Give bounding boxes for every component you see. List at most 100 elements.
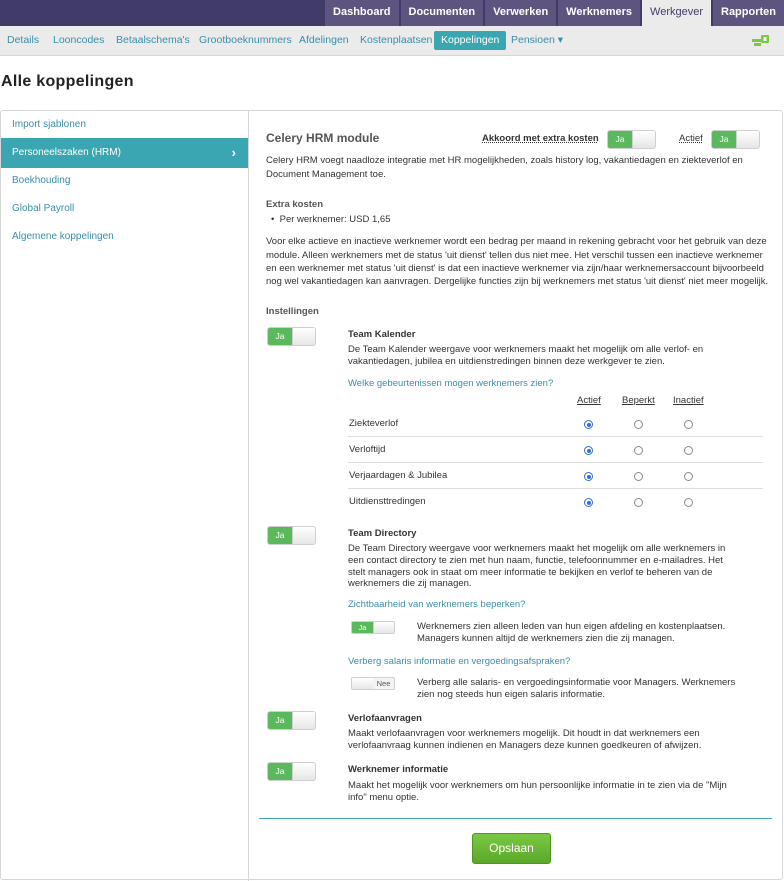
visibility-question: Zichtbaarheid van werknemers beperken? (348, 599, 526, 610)
sidebar-item-algemene-koppelingen[interactable]: Algemene koppelingen (1, 223, 248, 251)
nav-verwerken[interactable]: Verwerken (485, 0, 557, 26)
team-directory-toggle[interactable]: Ja (267, 526, 316, 545)
desc-line-2: module. Alleen werknemers met de status … (266, 250, 763, 261)
subnav-afdelingen[interactable]: Afdelingen (292, 31, 356, 50)
app-logo-icon (752, 35, 769, 46)
radio-actief[interactable] (584, 472, 593, 481)
subnav-kostenplaatsen[interactable]: Kostenplaatsen (353, 31, 439, 50)
team-kalender-title: Team Kalender (348, 329, 416, 340)
salary-question: Verberg salaris informatie en vergoeding… (348, 656, 571, 667)
table-row: Verloftijd (348, 437, 763, 463)
row-label: Uitdiensttredingen (349, 496, 426, 507)
visibility-desc-2: Managers kunnen altijd de werknemers zie… (417, 633, 675, 644)
subnav-details[interactable]: Details (0, 31, 46, 50)
werknemer-informatie-title: Werknemer informatie (348, 764, 449, 775)
settings-heading: Instellingen (266, 306, 319, 317)
row-label: Ziekteverlof (349, 418, 399, 429)
subnav-looncodes[interactable]: Looncodes (46, 31, 111, 50)
sidebar-item-label: Personeelszaken (HRM) (12, 147, 121, 158)
subnav-pensioen[interactable]: Pensioen ▾ (504, 31, 570, 50)
radio-beperkt[interactable] (634, 446, 643, 455)
radio-beperkt[interactable] (634, 472, 643, 481)
radio-beperkt[interactable] (634, 420, 643, 429)
team-directory-desc-4: werknemers die zij managen. (348, 578, 472, 589)
desc-line-4: nog wel vakantiedagen kan aanvragen. Der… (266, 276, 769, 287)
nav-werkgever[interactable]: Werkgever (642, 0, 711, 26)
toggle-off-label: Nee (373, 678, 394, 689)
toggle-on-label: Ja (712, 131, 736, 148)
sub-navigation: Details Looncodes Betaalschema's Grootbo… (0, 26, 784, 56)
extra-costs-heading: Extra kosten (266, 199, 324, 210)
agree-extra-costs-toggle[interactable]: Ja (607, 130, 656, 149)
salary-desc-2: zien nog steeds hun eigen salaris inform… (417, 689, 606, 700)
team-kalender-desc-1: De Team Kalender weergave voor werknemer… (348, 344, 704, 355)
nav-werknemers[interactable]: Werknemers (558, 0, 641, 26)
visibility-desc-1: Werknemers zien alleen leden van hun eig… (417, 621, 726, 632)
sidebar-item-boekhouding[interactable]: Boekhouding (1, 167, 248, 195)
intro-line-1: Celery HRM voegt naadloze integratie met… (266, 155, 743, 166)
sidebar-item-import-sjablonen[interactable]: Import sjablonen (1, 111, 248, 139)
verlofaanvragen-toggle[interactable]: Ja (267, 711, 316, 730)
team-kalender-question: Welke gebeurtenissen mogen werknemers zi… (348, 378, 554, 389)
radio-inactief[interactable] (684, 446, 693, 455)
main-navigation: Dashboard Documenten Verwerken Werknemer… (323, 0, 784, 26)
team-directory-desc-1: De Team Directory weergave voor werkneme… (348, 543, 726, 554)
radio-inactief[interactable] (684, 420, 693, 429)
nav-rapporten[interactable]: Rapporten (713, 0, 784, 26)
koppelingen-panel: Import sjablonen Personeelszaken (HRM) ›… (0, 110, 783, 881)
team-kalender-toggle[interactable]: Ja (267, 327, 316, 346)
row-label: Verloftijd (349, 444, 386, 455)
active-toggle[interactable]: Ja (711, 130, 760, 149)
team-directory-desc-2: een contact directory te zien met hun na… (348, 555, 723, 566)
sidebar-item-personeelszaken[interactable]: Personeelszaken (HRM) › (1, 138, 248, 168)
toggle-on-label: Ja (268, 527, 292, 544)
werknemer-informatie-desc-2: info" menu optie. (348, 792, 419, 803)
radio-beperkt[interactable] (634, 498, 643, 507)
desc-line-1: Voor elke actieve en inactieve werknemer… (266, 236, 767, 247)
verlofaanvragen-desc-2: verlofaanvraag kunnen indienen en Manage… (348, 740, 702, 751)
column-beperkt: Beperkt (622, 395, 655, 406)
save-button[interactable]: Opslaan (472, 833, 551, 864)
verlofaanvragen-title: Verlofaanvragen (348, 713, 422, 724)
row-label: Verjaardagen & Jubilea (349, 470, 448, 481)
column-actief: Actief (577, 395, 601, 406)
toggle-on-label: Ja (268, 328, 292, 345)
module-content: Celery HRM module Akkoord met extra kost… (249, 111, 782, 871)
page-title: Alle koppelingen (1, 73, 134, 90)
verlofaanvragen-desc-1: Maakt verlofaanvragen voor werknemers mo… (348, 728, 700, 739)
team-directory-title: Team Directory (348, 528, 417, 539)
radio-inactief[interactable] (684, 472, 693, 481)
extra-costs-item: • Per werknemer: USD 1,65 (271, 214, 391, 225)
team-kalender-desc-2: vakantiedagen, jubilea en uitdienstredin… (348, 356, 665, 367)
radio-actief[interactable] (584, 446, 593, 455)
desc-line-3: en een werknemer met status 'uit dienst'… (266, 263, 764, 274)
column-inactief: Inactief (673, 395, 704, 406)
nav-documenten[interactable]: Documenten (400, 0, 484, 26)
radio-inactief[interactable] (684, 498, 693, 507)
subnav-betaalschemas[interactable]: Betaalschema's (109, 31, 197, 50)
subnav-grootboeknummers[interactable]: Grootboeknummers (192, 31, 299, 50)
sidebar-item-global-payroll[interactable]: Global Payroll (1, 195, 248, 223)
radio-actief[interactable] (584, 420, 593, 429)
chevron-right-icon: › (231, 145, 236, 160)
toggle-on-label: Ja (268, 712, 292, 729)
sidebar: Import sjablonen Personeelszaken (HRM) ›… (1, 111, 249, 881)
table-row: Verjaardagen & Jubilea (348, 463, 763, 489)
module-title: Celery HRM module (266, 131, 380, 145)
nav-dashboard[interactable]: Dashboard (325, 0, 399, 26)
intro-line-2: Document Management toe. (266, 169, 386, 180)
toggle-on-label: Ja (352, 622, 373, 633)
salary-toggle[interactable]: Nee (351, 677, 395, 690)
top-bar: Dashboard Documenten Verwerken Werknemer… (0, 0, 784, 26)
radio-actief[interactable] (584, 498, 593, 507)
visibility-toggle[interactable]: Ja (351, 621, 395, 634)
subnav-koppelingen[interactable]: Koppelingen (434, 31, 507, 50)
toggle-on-label: Ja (608, 131, 632, 148)
werknemer-informatie-toggle[interactable]: Ja (267, 762, 316, 781)
agree-extra-costs-label: Akkoord met extra kosten (482, 133, 599, 144)
divider (259, 818, 772, 819)
table-row: Ziekteverlof (348, 411, 763, 437)
toggle-on-label: Ja (268, 763, 292, 780)
salary-desc-1: Verberg alle salaris- en vergoedingsinfo… (417, 677, 736, 688)
active-label: Actief (679, 133, 703, 144)
